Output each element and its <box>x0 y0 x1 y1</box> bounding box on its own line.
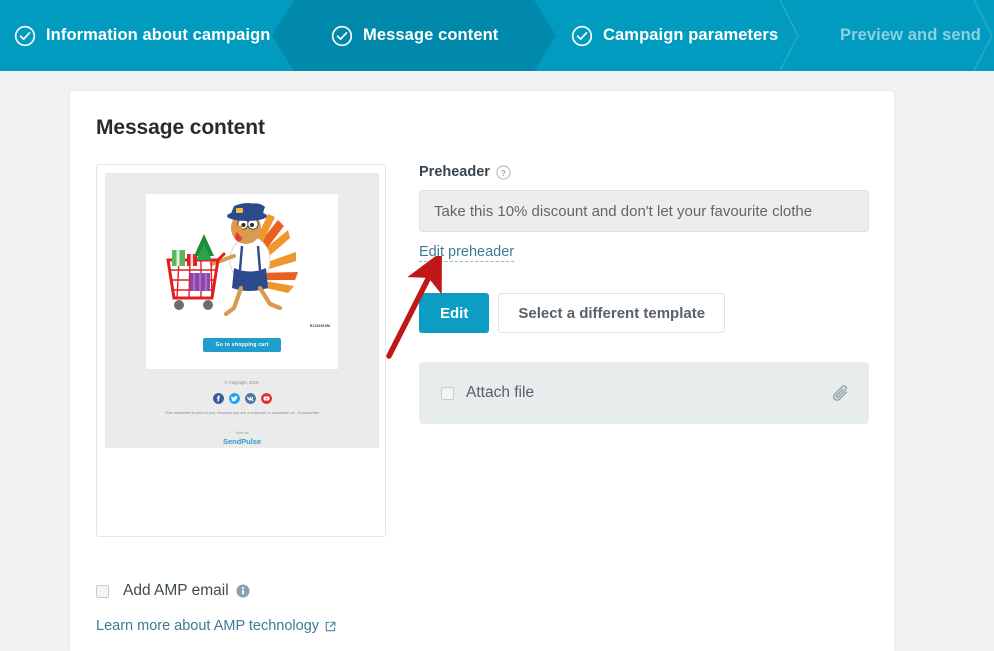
preheader-input[interactable] <box>419 190 869 232</box>
email-social-links <box>105 393 379 404</box>
external-link-icon <box>325 621 336 631</box>
email-preview-white-area: R1190515M Go to shopping cart <box>146 194 338 369</box>
preheader-label: Preheader <box>419 164 490 180</box>
turkey-shopping-illustration <box>166 203 298 317</box>
twitter-icon[interactable] <box>228 393 240 404</box>
step-label: Message content <box>363 26 499 44</box>
step-campaign-parameters[interactable]: Campaign parameters <box>534 0 787 71</box>
message-settings-column: Preheader ? Edit preheader Edit Select a… <box>419 164 869 424</box>
edit-preheader-link[interactable]: Edit preheader <box>419 244 515 262</box>
amp-section: Add AMP email Learn more about AMP techn… <box>96 582 336 635</box>
campaign-steps-nav: Information about campaign Message conte… <box>0 0 994 71</box>
check-circle-icon <box>331 25 353 46</box>
email-disclaimer: This newsletter is sent to you, because … <box>164 410 320 415</box>
page-title: Message content <box>96 116 265 139</box>
step-preview-and-send[interactable]: Preview and send <box>787 0 994 71</box>
info-circle-icon[interactable] <box>236 584 250 598</box>
amp-checkbox-row[interactable]: Add AMP email <box>96 582 336 600</box>
sendpulse-brand: SendPulse <box>223 437 261 446</box>
vk-icon[interactable] <box>244 393 256 404</box>
attach-file-label: Attach file <box>466 384 535 401</box>
promo-code-text: R1190515M <box>309 324 330 328</box>
step-label: Preview and send <box>840 26 981 44</box>
question-circle-icon[interactable]: ? <box>496 164 511 180</box>
email-sent-via: Sent via <box>235 431 249 435</box>
step-label: Information about campaign <box>46 26 271 44</box>
edit-button[interactable]: Edit <box>419 293 490 333</box>
message-content-card: Message content R1190515M Go to shopping… <box>70 91 894 651</box>
step-message-content[interactable]: Message content <box>294 0 534 71</box>
go-to-shopping-cart-button[interactable]: Go to shopping cart <box>203 338 281 352</box>
paperclip-icon[interactable] <box>831 383 852 404</box>
attach-file-panel[interactable]: Attach file <box>419 362 869 424</box>
add-amp-email-checkbox[interactable] <box>96 584 109 598</box>
svg-text:?: ? <box>501 167 506 177</box>
preheader-label-row: Preheader ? <box>419 164 869 180</box>
check-circle-icon <box>14 25 36 46</box>
step-information-about-campaign[interactable]: Information about campaign <box>0 0 294 71</box>
attach-file-checkbox[interactable] <box>441 386 454 400</box>
template-actions: Edit Select a different template <box>419 293 869 333</box>
add-amp-email-label: Add AMP email <box>123 582 229 599</box>
learn-more-amp-link[interactable]: Learn more about AMP technology <box>96 618 336 634</box>
learn-more-amp-label: Learn more about AMP technology <box>96 618 320 634</box>
select-different-template-button[interactable]: Select a different template <box>498 293 726 333</box>
email-preview-body: R1190515M Go to shopping cart © Copyrigh… <box>105 173 379 448</box>
facebook-icon[interactable] <box>212 393 224 404</box>
check-circle-icon <box>571 25 593 46</box>
email-copyright: © Copyright, 2019. <box>224 380 260 385</box>
step-label: Campaign parameters <box>603 26 779 44</box>
youtube-icon[interactable] <box>260 393 272 404</box>
email-template-preview[interactable]: R1190515M Go to shopping cart © Copyrigh… <box>96 164 386 537</box>
